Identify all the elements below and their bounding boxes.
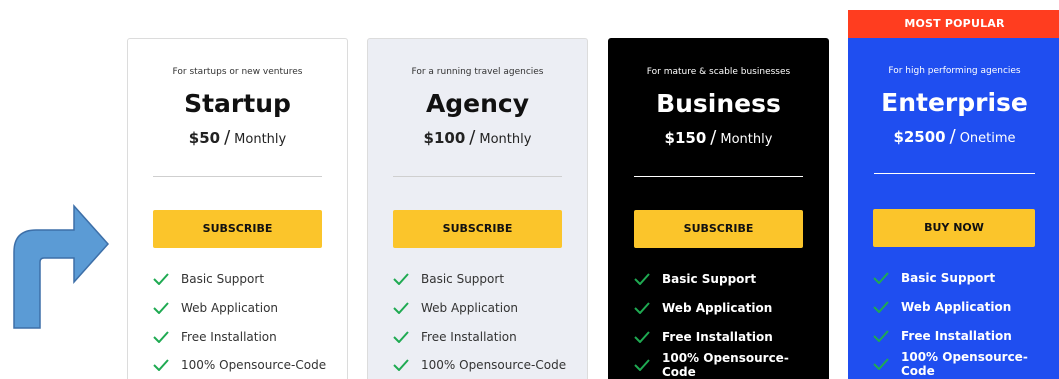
price-separator: / <box>949 126 956 147</box>
check-icon <box>634 359 650 372</box>
plan-card-enterprise: MOST POPULAR For high performing agencie… <box>848 10 1059 379</box>
feature-item: 100% Opensource-Code <box>393 351 577 379</box>
feature-label: Basic Support <box>181 272 265 287</box>
check-icon <box>153 273 169 286</box>
feature-item: Basic Support <box>153 265 337 294</box>
feature-item: Basic Support <box>634 265 818 294</box>
check-icon <box>873 301 889 314</box>
curved-arrow-icon <box>13 204 110 329</box>
check-icon <box>393 359 409 372</box>
check-icon <box>153 302 169 315</box>
plan-price: $100/Monthly <box>368 127 587 148</box>
check-icon <box>153 331 169 343</box>
plan-card-startup: For startups or new ventures Startup $50… <box>127 38 348 379</box>
feature-label: Basic Support <box>901 271 996 286</box>
plan-price: $150/Monthly <box>609 127 828 148</box>
check-icon <box>873 358 889 371</box>
feature-item: 100% Opensource-Code <box>873 350 1051 379</box>
plan-name: Business <box>656 89 781 118</box>
price-period: Monthly <box>720 132 773 147</box>
feature-item: Free Installation <box>153 322 337 351</box>
feature-label: 100% Opensource-Code <box>181 358 327 373</box>
subscribe-button[interactable]: SUBSCRIBE <box>393 210 562 248</box>
divider <box>153 176 322 177</box>
feature-label: Basic Support <box>421 272 505 287</box>
check-icon <box>153 359 169 372</box>
price-separator: / <box>224 127 231 148</box>
subscribe-button[interactable]: SUBSCRIBE <box>153 210 322 248</box>
plan-name: Enterprise <box>881 88 1028 117</box>
feature-item: Free Installation <box>393 322 577 351</box>
subscribe-button[interactable]: SUBSCRIBE <box>634 210 803 248</box>
check-icon <box>873 330 889 342</box>
check-icon <box>634 331 650 343</box>
price-amount: $50 <box>188 129 221 147</box>
most-popular-badge: MOST POPULAR <box>848 10 1059 38</box>
price-separator: / <box>710 127 717 148</box>
feature-item: 100% Opensource-Code <box>634 351 818 379</box>
feature-label: 100% Opensource-Code <box>901 350 1028 379</box>
plan-card-agency: For a running travel agencies Agency $10… <box>367 38 588 379</box>
check-icon <box>393 273 409 286</box>
feature-label: Free Installation <box>662 329 773 344</box>
pricing-page: For startups or new ventures Startup $50… <box>0 0 1059 379</box>
feature-item: Web Application <box>153 294 337 323</box>
feature-label: Free Installation <box>901 328 1012 343</box>
feature-item: Web Application <box>393 294 577 323</box>
buy-now-button[interactable]: BUY NOW <box>873 209 1035 247</box>
plan-name: Agency <box>425 89 530 118</box>
plan-name: Startup <box>184 89 291 118</box>
feature-label: Basic Support <box>662 272 757 287</box>
feature-list: Basic Support Web Application Free Insta… <box>393 265 577 379</box>
divider <box>634 176 803 177</box>
price-period: Monthly <box>479 132 532 147</box>
price-period: Onetime <box>959 131 1016 146</box>
divider <box>393 176 562 177</box>
feature-label: Web Application <box>662 301 773 316</box>
feature-item: Web Application <box>873 293 1051 322</box>
feature-label: Web Application <box>181 301 279 316</box>
feature-label: 100% Opensource-Code <box>421 358 567 373</box>
plan-tagline: For a running travel agencies <box>411 67 544 77</box>
feature-item: 100% Opensource-Code <box>153 351 337 379</box>
check-icon <box>873 272 889 285</box>
feature-label: Free Installation <box>181 329 277 344</box>
feature-label: 100% Opensource-Code <box>662 351 789 379</box>
feature-label: Web Application <box>901 300 1012 315</box>
feature-label: Web Application <box>421 301 519 316</box>
price-period: Monthly <box>234 132 287 147</box>
feature-list: Basic Support Web Application Free Insta… <box>873 264 1051 379</box>
price-separator: / <box>469 127 476 148</box>
feature-label: Free Installation <box>421 329 517 344</box>
check-icon <box>634 302 650 315</box>
feature-item: Basic Support <box>873 264 1051 293</box>
price-amount: $2500 <box>893 128 946 146</box>
plan-card-business: For mature & scable businesses Business … <box>608 38 829 379</box>
feature-item: Free Installation <box>634 322 818 351</box>
check-icon <box>393 302 409 315</box>
plan-tagline: For startups or new ventures <box>172 67 303 77</box>
feature-item: Free Installation <box>873 321 1051 350</box>
plan-tagline: For mature & scable businesses <box>646 67 791 77</box>
price-amount: $150 <box>664 129 707 147</box>
divider <box>874 173 1035 174</box>
plan-tagline: For high performing agencies <box>888 66 1021 76</box>
check-icon <box>393 331 409 343</box>
feature-list: Basic Support Web Application Free Insta… <box>153 265 337 379</box>
feature-item: Web Application <box>634 294 818 323</box>
feature-list: Basic Support Web Application Free Insta… <box>634 265 818 379</box>
feature-item: Basic Support <box>393 265 577 294</box>
check-icon <box>634 273 650 286</box>
plan-price: $50/Monthly <box>128 127 347 148</box>
plan-price: $2500/Onetime <box>848 126 1059 147</box>
price-amount: $100 <box>423 129 466 147</box>
